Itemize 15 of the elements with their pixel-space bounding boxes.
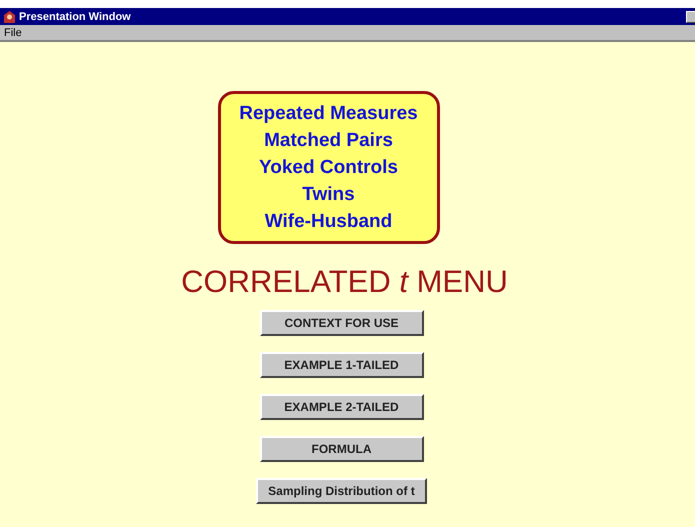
window-title: Presentation Window	[19, 10, 132, 22]
app-icon	[4, 10, 15, 22]
topic-label: Repeated Measures	[239, 102, 418, 126]
topic-label: Wife-Husband	[264, 210, 392, 234]
topic-label: Matched Pairs	[264, 129, 393, 153]
menu-item[interactable]: File	[4, 26, 22, 38]
menu-button[interactable]: CONTEXT FOR USE	[260, 310, 424, 336]
topic-label: Twins	[302, 183, 355, 207]
close-button[interactable]	[686, 10, 695, 22]
menu-button[interactable]: FORMULA	[260, 436, 424, 462]
menu-button[interactable]: Sampling Distribution of t	[256, 478, 427, 504]
topic-label: Yoked Controls	[259, 156, 398, 180]
menu-heading: CORRELATED t MENU	[181, 264, 508, 300]
menu-button[interactable]: EXAMPLE 1-TAILED	[260, 352, 424, 378]
menu-button[interactable]: EXAMPLE 2-TAILED	[260, 394, 424, 420]
